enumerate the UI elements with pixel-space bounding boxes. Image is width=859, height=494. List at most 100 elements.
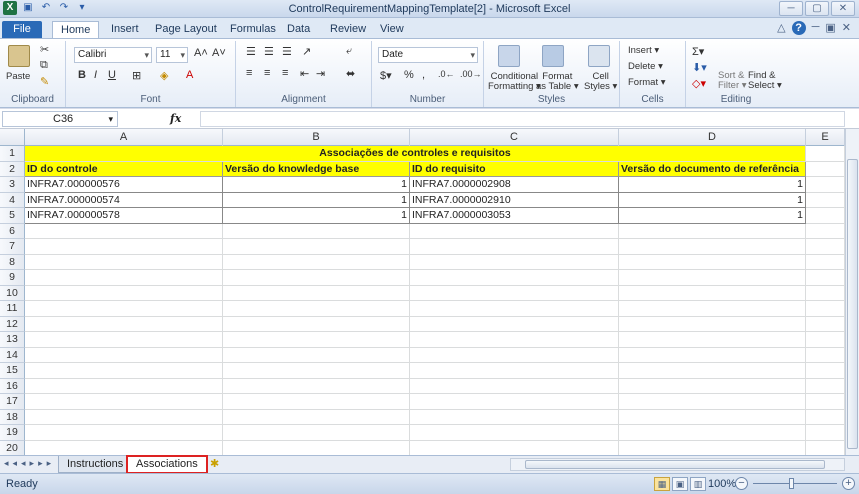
row-header[interactable]: 13 [0,332,25,348]
formula-input[interactable] [200,111,845,127]
underline-icon[interactable]: U [108,69,116,81]
tab-insert[interactable]: Insert [103,21,147,38]
horizontal-scrollbar[interactable] [510,458,845,471]
zoom-knob[interactable] [789,478,794,489]
format-painter-icon[interactable]: ✎ [40,75,49,88]
worksheet-grid[interactable]: A B C D E 1 Associações de controles e r… [0,129,845,455]
page-layout-view-icon[interactable]: ▣ [672,477,688,491]
row-header[interactable]: 2 [0,161,25,177]
cell[interactable] [223,425,410,441]
sheet-tab-associations[interactable]: Associations [126,455,208,474]
sort-filter-button[interactable]: Sort & Filter ▾ [718,71,747,91]
column-header-b[interactable]: B [223,129,410,146]
paste-icon[interactable] [8,45,30,67]
cell[interactable]: INFRA7.000000576 [25,177,223,193]
cell[interactable]: INFRA7.000000578 [25,208,223,224]
cell[interactable] [25,378,223,394]
cell[interactable] [25,363,223,379]
cell[interactable] [806,363,845,379]
workbook-restore-icon[interactable]: ▣ [825,21,835,35]
select-all-corner[interactable] [0,129,25,146]
row-header[interactable]: 16 [0,378,25,394]
cell[interactable] [806,223,845,239]
conditional-formatting-button[interactable]: Conditional Formatting ▾ [488,72,541,92]
grow-font-icon[interactable]: A˄ [194,47,208,59]
cell[interactable] [619,378,806,394]
orientation-icon[interactable]: ↗ [302,45,311,58]
cell[interactable] [619,270,806,286]
sheet-nav-buttons[interactable]: ◂◂◂▸▸▸ [4,458,55,469]
currency-icon[interactable]: $▾ [380,69,392,82]
cell[interactable] [25,239,223,255]
row-header[interactable]: 9 [0,270,25,286]
cell-styles-icon[interactable] [588,45,610,67]
cell[interactable] [223,223,410,239]
cell[interactable] [223,239,410,255]
align-center-icon[interactable]: ≡ [264,67,270,79]
cell[interactable] [806,146,845,162]
align-right-icon[interactable]: ≡ [282,67,288,79]
cell[interactable] [410,425,619,441]
increase-indent-icon[interactable]: ⇥ [316,67,325,80]
cell[interactable] [806,409,845,425]
cell[interactable] [619,409,806,425]
cell[interactable] [410,285,619,301]
row-header[interactable]: 8 [0,254,25,270]
wrap-text-icon[interactable]: ⤶ [346,45,352,58]
zoom-level[interactable]: 100% [708,478,736,490]
row-header[interactable]: 6 [0,223,25,239]
cell[interactable] [410,440,619,455]
cell[interactable] [223,332,410,348]
format-as-table-button[interactable]: Format as Table ▾ [536,72,579,92]
cell[interactable] [806,208,845,224]
cell[interactable] [619,394,806,410]
cell[interactable] [806,177,845,193]
normal-view-icon[interactable]: ▦ [654,477,670,491]
decrease-decimal-icon[interactable]: .00→ [460,69,482,79]
fill-color-icon[interactable]: ◈ [160,69,168,82]
column-header-d[interactable]: D [619,129,806,146]
cell[interactable] [410,378,619,394]
page-break-view-icon[interactable]: ▥ [690,477,706,491]
cell[interactable]: INFRA7.0000002910 [410,192,619,208]
restore-button[interactable]: ▢ [805,1,829,16]
cell[interactable] [410,409,619,425]
tab-review[interactable]: Review [322,21,374,38]
cell[interactable] [223,285,410,301]
cell[interactable] [619,301,806,317]
cell[interactable] [223,409,410,425]
cell[interactable] [410,363,619,379]
help-icon[interactable]: ? [791,21,806,35]
column-header-a[interactable]: A [25,129,223,146]
vertical-scrollbar[interactable] [845,129,859,455]
cell[interactable] [223,301,410,317]
workbook-minimize-icon[interactable]: ─ [812,21,820,35]
tab-view[interactable]: View [372,21,412,38]
cell[interactable] [806,301,845,317]
cell[interactable] [410,332,619,348]
cell[interactable] [806,270,845,286]
cell[interactable] [25,285,223,301]
cell[interactable] [223,378,410,394]
cell[interactable] [25,425,223,441]
header-cell-kb-version[interactable]: Versão do knowledge base [223,161,410,177]
tab-data[interactable]: Data [279,21,318,38]
cell[interactable] [25,332,223,348]
cell[interactable] [410,347,619,363]
cell[interactable]: INFRA7.000000574 [25,192,223,208]
italic-icon[interactable]: I [94,69,97,81]
align-left-icon[interactable]: ≡ [246,67,252,79]
ribbon-minimize-icon[interactable]: △ [777,21,785,35]
cell[interactable] [806,425,845,441]
shrink-font-icon[interactable]: A˅ [212,47,226,59]
cell[interactable] [806,254,845,270]
name-box[interactable]: C36 [2,111,118,127]
merge-center-icon[interactable]: ⬌ [346,67,355,80]
find-select-button[interactable]: Find & Select ▾ [748,71,782,91]
cell[interactable]: INFRA7.0000003053 [410,208,619,224]
number-format-combo[interactable]: Date [378,47,478,63]
close-button[interactable]: ✕ [831,1,855,16]
cell[interactable] [410,301,619,317]
cell[interactable] [25,254,223,270]
row-header[interactable]: 12 [0,316,25,332]
